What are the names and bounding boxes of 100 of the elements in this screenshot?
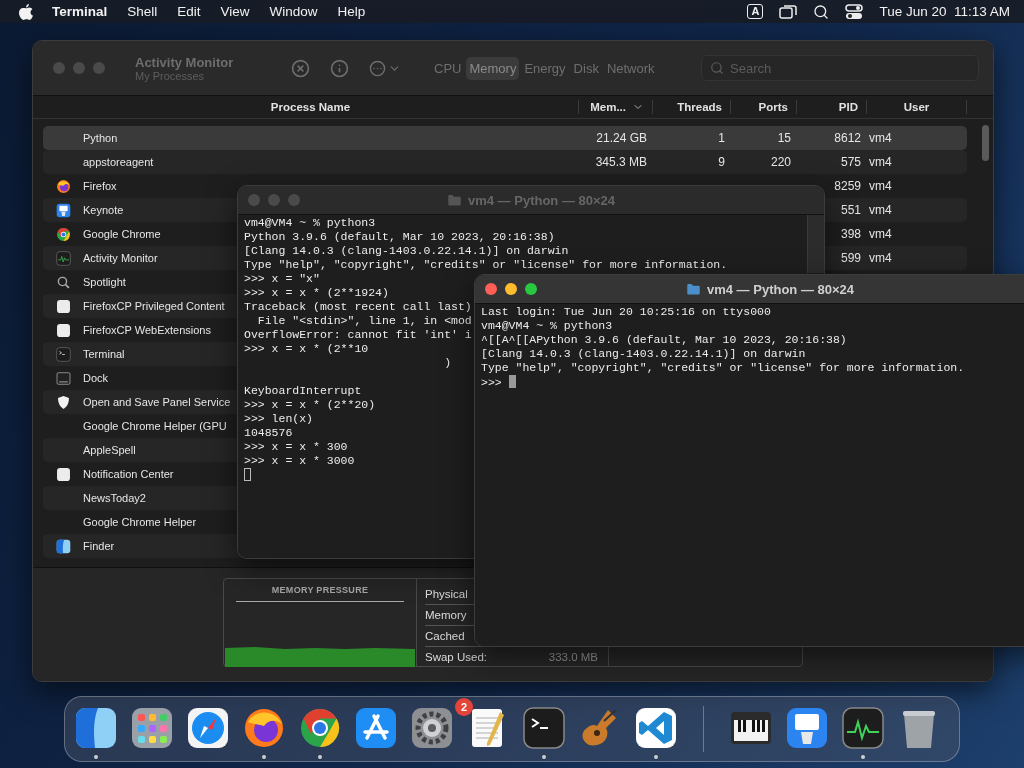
column-header[interactable]: User: [867, 100, 967, 114]
column-header[interactable]: Process Name: [43, 100, 579, 114]
column-header[interactable]: Threads: [653, 100, 731, 114]
terminal-line: >>> x = x * (2**20): [244, 398, 376, 411]
terminal-line: vm4@VM4 ~ % python3: [244, 216, 376, 229]
monitor-graph-icon: [841, 706, 885, 750]
table-cell: AppleSpell: [83, 444, 136, 456]
terminal-line: [Clang 14.0.3 (clang-1403.0.22.14.1)] on darwin: [244, 244, 569, 257]
menu-item[interactable]: Help: [327, 4, 376, 19]
table-cell-text: vm4: [868, 203, 893, 217]
dock-item[interactable]: [522, 706, 566, 760]
table-cell: Python: [83, 132, 118, 144]
terminal-line: File "<stdin>", line 1, in <mod: [256, 314, 472, 327]
search-icon[interactable]: [813, 3, 830, 20]
stat-label: Memory: [425, 609, 467, 621]
stat-value: 333.0 MB: [548, 651, 598, 663]
table-cell: FirefoxCP WebExtensions: [83, 324, 211, 336]
toggles-icon[interactable]: [845, 3, 864, 20]
table-cell-text: 599: [839, 251, 862, 265]
terminal-line: ): [443, 356, 452, 369]
table-cell-text: 15: [776, 131, 792, 145]
input-source-indicator[interactable]: A: [747, 4, 764, 19]
terminal-line: Traceback (most recent call last): [244, 300, 472, 313]
folder-icon: [686, 281, 701, 297]
stat-label: Physical: [425, 588, 468, 600]
terminal-line: >>> x = x * (2**10: [244, 342, 369, 355]
menu-item[interactable]: Edit: [167, 4, 211, 19]
terminal-line: OverflowError: cannot fit 'int' i: [244, 328, 472, 341]
apple-logo-icon[interactable]: [18, 2, 34, 21]
dock-item[interactable]: [242, 706, 286, 760]
stacked-windows-icon[interactable]: [779, 4, 798, 19]
window-control-button[interactable]: [525, 283, 537, 295]
blank-app-icon: [55, 298, 71, 314]
table-cell-text: 9: [717, 155, 726, 169]
table-cell: Spotlight: [83, 276, 126, 288]
column-header[interactable]: Mem...: [579, 100, 653, 114]
more-icon[interactable]: [369, 59, 386, 77]
podium-icon: [55, 202, 71, 218]
terminal-line: Last login: Tue Jun 20 10:25:16 on ttys000: [481, 305, 771, 318]
table-cell-text: vm4: [868, 227, 893, 241]
window-control-button[interactable]: [485, 283, 497, 295]
table-cell: Firefox: [83, 180, 117, 192]
menu-item[interactable]: View: [210, 4, 260, 19]
table-cell-text: 551: [839, 203, 862, 217]
table-cell: Activity Monitor: [83, 252, 158, 264]
blank-app-icon: [55, 466, 71, 482]
window-control-button[interactable]: [505, 283, 517, 295]
table-cell: NewsToday2: [83, 492, 146, 504]
table-cell: Google Chrome: [83, 228, 161, 240]
table-cell-text: 398: [839, 227, 862, 241]
dock-item[interactable]: [74, 706, 118, 760]
podium-icon: [785, 706, 829, 750]
chrome-icon: [55, 226, 71, 242]
table-cell: Keynote: [83, 204, 124, 216]
terminal-line: KeyboardInterrupt: [244, 384, 362, 397]
terminal-line: 1048576: [244, 426, 293, 439]
firefox-icon: [242, 706, 286, 750]
terminal-icon: [55, 346, 71, 362]
column-header[interactable]: Ports: [731, 100, 797, 114]
terminal-line: >>> x = x * 300: [244, 440, 348, 453]
terminal-line: >>> x = x * (2**1924): [244, 286, 389, 299]
column-header[interactable]: PID: [797, 100, 867, 114]
info-icon[interactable]: [330, 58, 349, 78]
terminal-line: vm4@VM4 ~ % python3: [481, 319, 613, 332]
dock-item[interactable]: [841, 706, 885, 760]
table-cell-text: 8612: [833, 131, 862, 145]
blank-app-icon: [55, 322, 71, 338]
scroll-bar[interactable]: [807, 215, 824, 273]
dock-item[interactable]: [298, 706, 342, 760]
panel-title: MEMORY PRESSURE: [271, 585, 369, 595]
table-cell-text: vm4: [868, 155, 893, 169]
scroll-bar[interactable]: [982, 125, 989, 161]
code-editor-icon: [634, 706, 678, 750]
table-cell-text: 345.3 MB: [594, 155, 648, 169]
menu-item[interactable]: Terminal: [42, 4, 118, 19]
menu-bar-clock[interactable]: Tue Jun 20 11:13 AM: [879, 4, 1010, 19]
app-store-icon: [354, 706, 398, 750]
table-cell: Google Chrome Helper (GPU: [83, 420, 227, 432]
table-cell: FirefoxCP Privileged Content: [83, 300, 225, 312]
search-icon: [55, 274, 71, 290]
table-cell-text: vm4: [868, 179, 893, 193]
window-title: vm4 — Python — 80×24: [707, 281, 854, 297]
table-cell-text: 220: [769, 155, 792, 169]
table-cell: Terminal: [83, 348, 125, 360]
monitor-graph-icon: [55, 250, 71, 266]
menu-item[interactable]: Shell: [117, 4, 168, 19]
menu-item[interactable]: Window: [259, 4, 328, 19]
chrome-icon: [298, 706, 342, 750]
table-cell-text: 8259: [833, 179, 862, 193]
window-title: Activity Monitor: [135, 54, 235, 70]
stop-icon[interactable]: [291, 58, 310, 78]
search-icon: [710, 61, 724, 75]
terminal-line: >>>: [481, 376, 502, 389]
table-cell-text: vm4: [868, 251, 893, 265]
finder-icon: [55, 538, 71, 554]
dock-item[interactable]: [634, 706, 678, 760]
table-cell: Finder: [83, 540, 115, 552]
table-cell-text: 21.24 GB: [595, 131, 648, 145]
terminal-line: Type "help", "copyright", "credits" or "license" for more information.: [481, 361, 965, 374]
firefox-icon: [55, 178, 71, 194]
